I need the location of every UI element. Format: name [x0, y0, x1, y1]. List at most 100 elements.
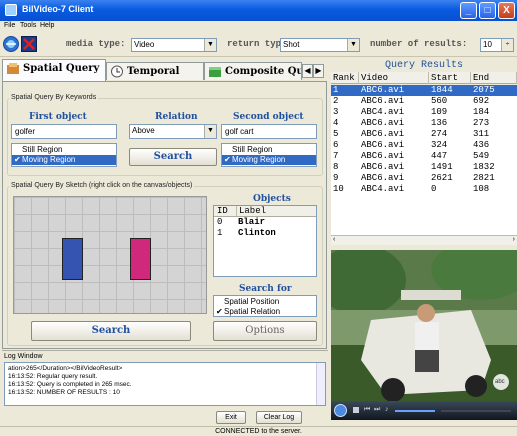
- table-row[interactable]: 6 ABC6.avi 324 436: [331, 140, 517, 151]
- menu-file[interactable]: File: [4, 22, 15, 29]
- table-row[interactable]: 0 Blair: [214, 217, 316, 228]
- tab-temporal-query[interactable]: Temporal Query: [106, 62, 204, 94]
- end-column-header[interactable]: End: [471, 72, 517, 84]
- list-item[interactable]: Spatial Position: [214, 297, 316, 307]
- region-label: Moving Region: [232, 155, 286, 164]
- minimize-button[interactable]: _: [460, 2, 477, 19]
- query-results-panel: Query Results Rank Video Start End 1 ABC6…: [331, 59, 517, 247]
- previous-icon[interactable]: ⏮: [364, 406, 370, 414]
- search-for-list[interactable]: Spatial Position ✔ Spatial Relation: [213, 295, 317, 317]
- cell-video: ABC6.avi: [361, 85, 405, 95]
- log-scrollbar[interactable]: [316, 363, 325, 405]
- log-window-title: Log Window: [4, 353, 43, 360]
- object-label: Blair: [238, 217, 266, 227]
- cell-start: 109: [431, 107, 448, 117]
- first-region-list[interactable]: Still Region ✔ Moving Region: [11, 143, 117, 167]
- second-object-input[interactable]: golf cart: [221, 124, 317, 139]
- sketch-object-clinton[interactable]: [130, 238, 151, 280]
- list-item[interactable]: ✔ Spatial Relation: [214, 307, 316, 317]
- play-icon[interactable]: [334, 404, 347, 417]
- exit-button[interactable]: Exit: [216, 411, 246, 424]
- number-of-results-value: 10: [483, 40, 492, 49]
- query-tabs: Spatial Query Temporal Query Composite Q…: [2, 59, 327, 94]
- scroll-left-icon[interactable]: ‹: [333, 236, 335, 243]
- cell-video: ABC6.avi: [361, 129, 405, 139]
- cell-start: 1491: [431, 162, 453, 172]
- rank-column-header[interactable]: Rank: [331, 72, 359, 84]
- table-row[interactable]: 3 ABC4.avi 109 184: [331, 107, 517, 118]
- media-type-select[interactable]: Video ▼: [131, 38, 217, 52]
- log-line: 16:13:52: Query is completed in 265 msec…: [8, 381, 132, 388]
- cell-rank: 4: [333, 118, 339, 128]
- region-label: Moving Region: [22, 155, 76, 164]
- volume-icon[interactable]: ♪: [385, 406, 389, 413]
- list-item[interactable]: Still Region: [222, 145, 316, 155]
- table-row[interactable]: 9 ABC6.avi 2621 2821: [331, 173, 517, 184]
- chevron-down-icon: ▼: [204, 125, 216, 138]
- maximize-button[interactable]: □: [479, 2, 496, 19]
- scroll-right-icon[interactable]: ›: [513, 236, 515, 243]
- stop-icon[interactable]: [353, 407, 359, 413]
- table-row[interactable]: 5 ABC6.avi 274 311: [331, 129, 517, 140]
- tab-scroll-left-button[interactable]: ◀: [302, 64, 313, 78]
- cell-video: ABC6.avi: [361, 162, 405, 172]
- relation-select[interactable]: Above ▼: [129, 124, 217, 139]
- list-item[interactable]: ✔ Moving Region: [222, 155, 316, 165]
- object-id: 0: [217, 217, 223, 227]
- disconnect-icon[interactable]: [21, 36, 37, 52]
- seek-bar[interactable]: [441, 410, 511, 412]
- close-button[interactable]: X: [498, 2, 515, 19]
- menu-bar: File Tools Help: [0, 21, 517, 33]
- tab-label: Composite Quer: [225, 66, 301, 77]
- cell-end: 184: [473, 107, 490, 117]
- table-row[interactable]: 4 ABC6.avi 136 273: [331, 118, 517, 129]
- tab-composite-query[interactable]: Composite Quer: [204, 62, 302, 80]
- tab-spatial-query[interactable]: Spatial Query: [2, 59, 106, 81]
- horizontal-scrollbar[interactable]: ‹ ›: [331, 235, 517, 245]
- clear-log-button[interactable]: Clear Log: [256, 411, 302, 424]
- table-row[interactable]: 7 ABC6.avi 447 549: [331, 151, 517, 162]
- sketch-canvas[interactable]: [13, 196, 207, 314]
- start-column-header[interactable]: Start: [429, 72, 471, 84]
- menu-help[interactable]: Help: [40, 22, 54, 29]
- return-type-select[interactable]: Shot ▼: [280, 38, 360, 52]
- sketch-search-button[interactable]: Search: [31, 321, 191, 341]
- table-row[interactable]: 1 ABC6.avi 1844 2075: [331, 85, 517, 96]
- connect-icon[interactable]: [3, 36, 19, 52]
- cell-rank: 1: [333, 85, 339, 95]
- table-row[interactable]: 8 ABC6.avi 1491 1832: [331, 162, 517, 173]
- menu-tools[interactable]: Tools: [20, 22, 36, 29]
- volume-slider[interactable]: [395, 410, 435, 412]
- video-player[interactable]: abc: [331, 250, 517, 420]
- check-icon: ✔: [14, 155, 21, 164]
- table-row[interactable]: 2 ABC6.avi 560 692: [331, 96, 517, 107]
- video-column-header[interactable]: Video: [359, 72, 429, 84]
- objects-table[interactable]: ID Label 0 Blair 1 Clinton: [213, 205, 317, 277]
- second-region-list[interactable]: Still Region ✔ Moving Region: [221, 143, 317, 167]
- cell-rank: 7: [333, 151, 339, 161]
- log-line: 16:13:52: Regular query result.: [8, 373, 98, 380]
- sketch-object-blair[interactable]: [62, 238, 83, 280]
- log-text-area[interactable]: ation>265</Duration></BilVideoResult> 16…: [4, 362, 326, 406]
- keyword-search-button[interactable]: Search: [129, 148, 217, 166]
- cell-video: ABC6.avi: [361, 118, 405, 128]
- first-object-input[interactable]: golfer: [11, 124, 117, 139]
- query-results-title: Query Results: [384, 60, 463, 71]
- table-row[interactable]: 1 Clinton: [214, 228, 316, 239]
- cell-start: 274: [431, 129, 448, 139]
- list-item[interactable]: ✔ Moving Region: [12, 155, 116, 165]
- next-icon[interactable]: ⏭: [374, 406, 380, 414]
- tab-scroll-right-button[interactable]: ▶: [313, 64, 324, 78]
- sketch-group-title: Spatial Query By Sketch (right click on …: [9, 182, 195, 189]
- return-type-value: Shot: [283, 40, 300, 49]
- log-divider: [2, 350, 328, 351]
- table-row[interactable]: 10 ABC4.avi 0 108: [331, 184, 517, 195]
- list-item[interactable]: Still Region: [12, 145, 116, 155]
- results-table-body: 1 ABC6.avi 1844 2075 2 ABC6.avi 560 692 3 ABC4.av…: [331, 85, 517, 235]
- options-button[interactable]: Options: [213, 321, 317, 341]
- keywords-group-title: Spatial Query By Keywords: [9, 94, 99, 101]
- object-label: Clinton: [238, 228, 276, 238]
- number-of-results-spinner[interactable]: 10 ÷: [480, 38, 514, 52]
- cell-start: 447: [431, 151, 448, 161]
- chevron-down-icon: ▼: [204, 39, 216, 51]
